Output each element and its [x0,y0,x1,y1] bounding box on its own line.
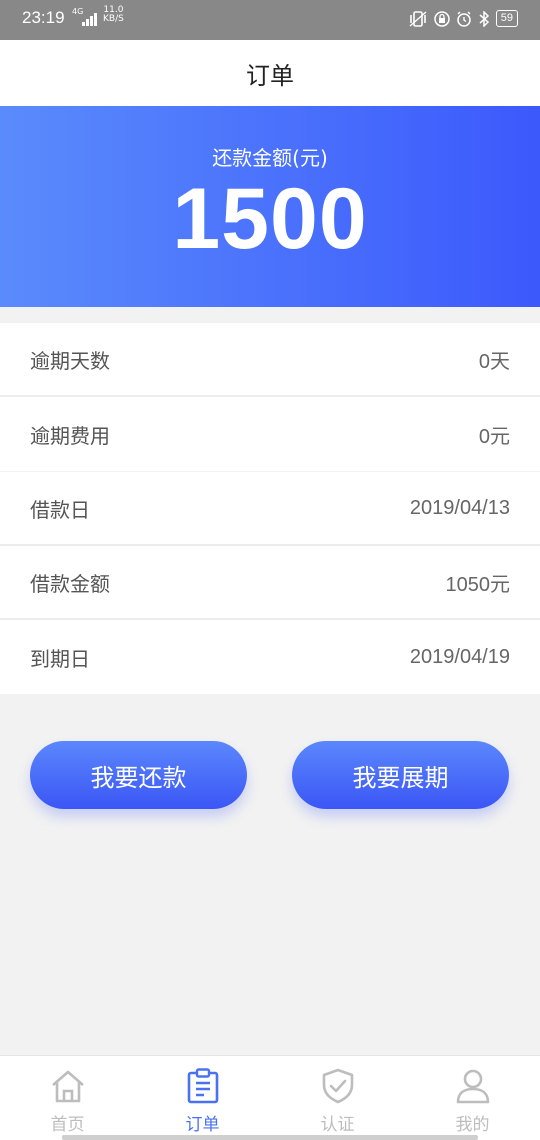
loan-info-group: 借款日 2019/04/13 借款金额 1050元 到期日 2019/04/19 [0,472,540,694]
signal-icon [82,13,97,26]
tab-home[interactable]: 首页 [0,1056,135,1140]
row-label: 借款金额 [30,571,110,596]
user-icon [456,1069,489,1104]
tab-verification[interactable]: 认证 [270,1056,405,1140]
shield-check-icon [322,1068,353,1104]
page-title: 订单 [246,61,294,90]
order-icon [187,1068,218,1104]
tab-label: 认证 [320,1115,355,1135]
battery-level: 59 [495,10,518,27]
loan-amount-row: 借款金额 1050元 [0,546,540,620]
repayment-summary-banner: 还款金额(元) 1500 [0,106,540,307]
tab-profile[interactable]: 我的 [405,1056,540,1140]
row-label: 借款日 [30,497,90,522]
top-nav: 订单 [0,40,540,106]
tab-label: 我的 [455,1115,490,1135]
status-icons: 59 [408,10,518,27]
loan-date-row: 借款日 2019/04/13 [0,472,540,546]
due-date-row: 到期日 2019/04/19 [0,620,540,694]
speed-unit: KB/S [103,14,124,24]
row-label: 逾期费用 [30,423,110,448]
repayment-amount: 1500 [172,171,368,267]
repay-button[interactable]: 我要还款 [30,741,247,809]
lock-icon [434,10,450,27]
tab-label: 订单 [185,1115,220,1135]
repayment-amount-label: 还款金额(元) [212,146,328,170]
tab-order[interactable]: 订单 [135,1056,270,1140]
row-value: 0元 [478,425,510,448]
network-speed: 11.0 KB/S [103,6,124,24]
status-bar: 23:19 4G 11.0 KB/S 59 [0,0,540,40]
row-label: 逾期天数 [30,348,110,373]
overdue-fee-row: 逾期费用 0元 [0,397,540,471]
home-icon [51,1070,84,1103]
home-indicator [62,1135,478,1140]
vibrate-icon [409,10,427,27]
status-time: 23:19 [22,8,65,27]
overdue-info-group: 逾期天数 0天 逾期费用 0元 [0,323,540,471]
bluetooth-icon [479,10,489,27]
alarm-icon [457,11,471,27]
row-label: 到期日 [30,646,90,671]
row-value: 2019/04/19 [409,645,510,668]
row-value: 2019/04/13 [409,496,510,519]
row-value: 0天 [478,350,510,373]
bottom-tab-bar: 首页 订单 认证 我的 [0,1055,540,1140]
row-value: 1050元 [445,573,511,596]
extend-button[interactable]: 我要展期 [292,741,509,809]
tab-label: 首页 [50,1115,85,1135]
overdue-days-row: 逾期天数 0天 [0,323,540,397]
